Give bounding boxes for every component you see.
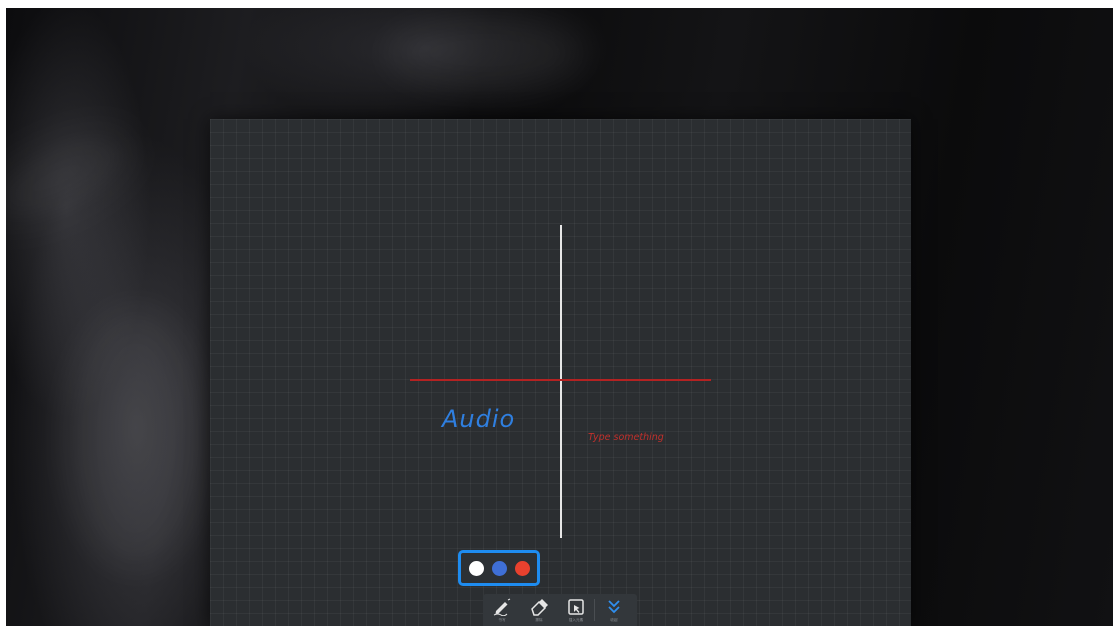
pen-tool-label: 书写 xyxy=(497,617,506,622)
select-icon xyxy=(567,599,584,615)
pen-tool-button[interactable]: 书写 xyxy=(483,594,520,626)
collapse-tool-label: 收起 xyxy=(609,617,618,622)
select-tool-label: 插入元素 xyxy=(568,617,583,622)
ink-text-placeholder[interactable]: Type something xyxy=(588,432,664,443)
swatch-white[interactable] xyxy=(468,560,484,576)
ink-stroke-horizontal[interactable] xyxy=(410,379,711,381)
eraser-icon xyxy=(530,599,548,616)
background-silk-highlight xyxy=(386,18,586,88)
eraser-tool-label: 擦除 xyxy=(534,617,543,622)
background-silk-highlight xyxy=(6,117,142,239)
select-tool-button[interactable]: 插入元素 xyxy=(557,594,594,626)
swatch-red[interactable] xyxy=(514,560,530,576)
color-palette xyxy=(458,550,540,586)
ink-stroke-vertical[interactable] xyxy=(560,225,562,538)
chevron-down-icon xyxy=(607,600,620,614)
background-silk-highlight xyxy=(66,308,206,568)
bottom-toolbar: 书写 擦除 插入元素 收起 xyxy=(483,594,637,626)
collapse-toolbar-button[interactable]: 收起 xyxy=(595,594,632,626)
swatch-blue[interactable] xyxy=(491,560,507,576)
pen-icon xyxy=(493,598,510,616)
desktop-background: Audio Type something 书写 擦除 插入元素 收起 xyxy=(6,8,1113,626)
eraser-tool-button[interactable]: 擦除 xyxy=(520,594,557,626)
whiteboard-canvas[interactable]: Audio Type something xyxy=(210,119,911,626)
ink-text-audio[interactable]: Audio xyxy=(442,405,515,433)
